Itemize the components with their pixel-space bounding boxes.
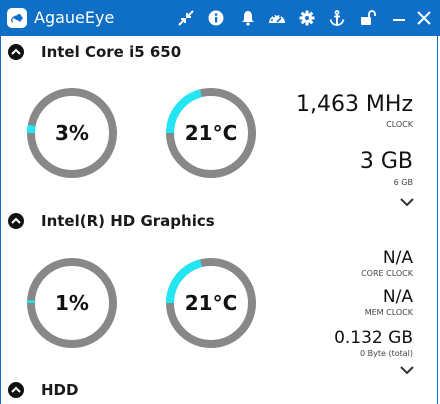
gpu-memory-stat: 0.132 GB 0 Byte (total) [334,328,413,359]
gpu-temp-gauge: 21°C [165,257,257,349]
gpu-expand-chevron-icon[interactable] [399,360,415,375]
main-panel: Intel Core i5 650 3% 21°C 1,463 MHz CLOC… [0,36,438,404]
cpu-memory-label: 6 GB [393,178,413,187]
gpu-load-gauge: 1% [26,257,118,349]
gpu-mem-clock-value: N/A [382,287,413,307]
collapse-toggle-icon[interactable] [8,382,24,398]
gpu-load-value: 1% [55,291,89,315]
cpu-temp-value: 21°C [184,121,238,145]
cpu-memory-value: 3 GB [359,149,413,174]
collapse-toggle-icon[interactable] [8,44,24,60]
cpu-load-value: 3% [55,121,89,145]
dashboard-icon[interactable] [267,8,287,28]
cpu-expand-chevron-icon[interactable] [399,192,415,207]
minimize-icon[interactable] [389,8,409,28]
gpu-memory-value: 0.132 GB [334,328,413,348]
info-icon[interactable] [206,8,226,28]
unlock-icon[interactable] [358,8,378,28]
gear-icon[interactable] [297,8,317,28]
title-bar: AgaueEye [0,0,440,36]
anchor-icon[interactable] [327,8,347,28]
app-title: AgaueEye [34,8,115,27]
cpu-memory-stat: 3 GB 6 GB [360,149,413,188]
gpu-core-clock-value: N/A [382,248,413,268]
cpu-temp-gauge: 21°C [165,87,257,179]
gpu-core-clock-label: CORE CLOCK [361,269,413,278]
minimize-arrows-icon[interactable] [176,8,196,28]
gpu-mem-clock-stat: N/A MEM CLOCK [365,287,413,318]
gpu-title: Intel(R) HD Graphics [41,212,215,230]
cpu-clock-label: CLOCK [386,120,413,129]
gpu-core-clock-stat: N/A CORE CLOCK [361,248,413,279]
cpu-title: Intel Core i5 650 [41,43,182,61]
cpu-clock-stat: 1,463 MHz CLOCK [296,92,413,130]
app-logo-icon [6,7,28,29]
cpu-load-gauge: 3% [26,87,118,179]
gpu-mem-clock-label: MEM CLOCK [364,308,413,317]
collapse-toggle-icon[interactable] [8,213,24,229]
gpu-temp-value: 21°C [184,291,238,315]
cpu-clock-value: 1,463 MHz [295,92,413,117]
gpu-memory-label: 0 Byte (total) [360,349,413,358]
bell-icon[interactable] [238,8,258,28]
hdd-title: HDD [41,381,79,399]
close-icon[interactable] [414,8,434,28]
